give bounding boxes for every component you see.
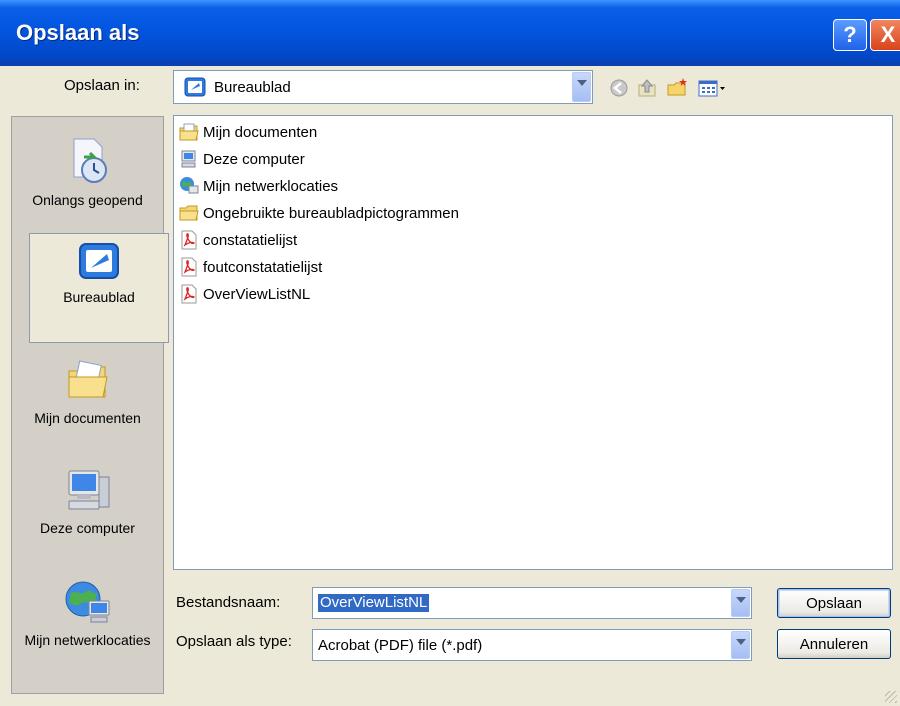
desktop-icon [184,77,206,97]
save-in-value: Bureaublad [214,79,291,96]
file-name: OverViewListNL [203,285,311,303]
network-places-icon [65,581,109,623]
file-name: Mijn documenten [203,123,318,141]
place-network[interactable]: Mijn netwerklocaties [12,579,163,649]
pdf-file-icon [181,257,197,277]
help-button[interactable]: ? [833,19,867,51]
place-desktop-label: Bureaublad [63,289,135,305]
file-list[interactable]: Mijn documenten Deze computer Mijn netwe… [173,115,893,570]
save-as-dialog: Opslaan als ? X Opslaan in: Bureaublad O… [0,0,900,706]
place-my-documents[interactable]: Mijn documenten [12,357,163,427]
place-desktop[interactable]: Bureaublad [29,233,169,343]
file-name: foutconstatatielijst [203,258,323,276]
save-in-dropdown-arrow[interactable] [572,72,591,102]
file-name: Deze computer [203,150,305,168]
pdf-file-icon [181,284,197,304]
folder-icon [179,205,199,221]
list-item[interactable]: OverViewListNL [179,282,310,306]
place-my-computer[interactable]: Deze computer [12,467,163,537]
place-my-computer-label: Deze computer [40,520,135,536]
filename-dropdown-arrow[interactable] [731,589,750,617]
filetype-label: Opslaan als type: [176,633,292,650]
recent-documents-icon [73,138,107,183]
filetype-value: Acrobat (PDF) file (*.pdf) [318,637,483,654]
place-my-documents-label: Mijn documenten [34,410,141,426]
save-in-label: Opslaan in: [64,77,140,94]
list-item[interactable]: constatatielijst [179,228,297,252]
places-bar: Onlangs geopend Bureaublad Mijn document… [11,116,169,694]
place-recent[interactable]: Onlangs geopend [12,137,163,209]
help-icon: ? [843,22,857,47]
list-item[interactable]: Deze computer [179,147,305,171]
my-computer-icon [68,470,109,510]
dialog-title: Opslaan als [16,20,140,45]
filetype-dropdown[interactable]: Acrobat (PDF) file (*.pdf) [312,629,752,661]
title-bar[interactable]: Opslaan als ? X [0,0,900,66]
list-item[interactable]: Mijn documenten [179,120,317,144]
filename-value: OverViewListNL [318,594,430,612]
view-menu-icon[interactable] [697,77,727,99]
list-item[interactable]: foutconstatatielijst [179,255,322,279]
file-name: constatatielijst [203,231,298,249]
list-item[interactable]: Ongebruikte bureaubladpictogrammen [179,201,459,225]
my-documents-icon [179,123,199,141]
new-folder-icon[interactable] [666,77,688,99]
save-button[interactable]: Opslaan [777,588,891,618]
my-computer-icon [181,150,196,168]
place-recent-label: Onlangs geopend [32,192,143,208]
file-name: Ongebruikte bureaubladpictogrammen [203,204,459,222]
up-folder-icon[interactable] [636,77,658,99]
desktop-icon [79,243,119,279]
place-network-label: Mijn netwerklocaties [24,632,151,648]
back-icon[interactable] [608,77,630,99]
resize-grip[interactable] [885,691,897,703]
file-name: Mijn netwerklocaties [203,177,339,195]
filename-label: Bestandsnaam: [176,594,281,611]
close-button[interactable]: X [870,19,900,51]
network-places-icon [180,177,199,194]
pdf-file-icon [181,230,197,250]
filetype-dropdown-arrow[interactable] [731,631,750,659]
save-in-dropdown[interactable]: Bureaublad [173,70,593,104]
my-documents-icon [68,360,108,398]
cancel-button[interactable]: Annuleren [777,629,891,659]
list-item[interactable]: Mijn netwerklocaties [179,174,338,198]
filename-input[interactable]: OverViewListNL [312,587,752,619]
close-icon: X [880,22,896,47]
